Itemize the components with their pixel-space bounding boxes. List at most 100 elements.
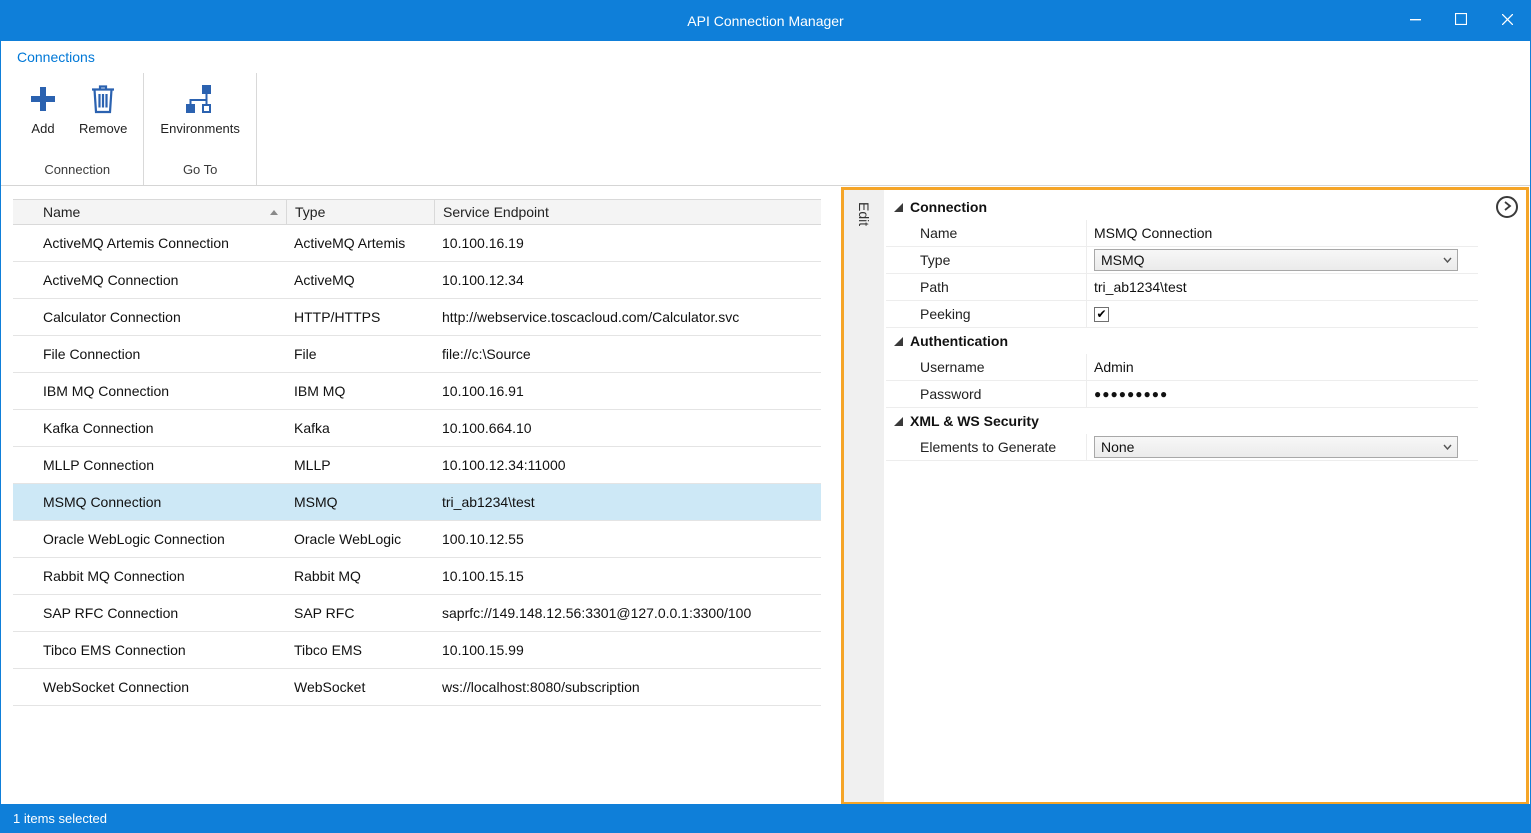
check-icon: ✔	[1096, 308, 1106, 320]
field-value: None	[1086, 434, 1478, 460]
row-type-cell: MLLP	[286, 447, 434, 483]
row-endpoint-cell: saprfc://149.148.12.56:3301@127.0.0.1:33…	[434, 595, 821, 631]
row-name-cell: ActiveMQ Artemis Connection	[13, 225, 286, 261]
field-value: ✔	[1086, 301, 1478, 327]
minimize-button[interactable]	[1392, 1, 1438, 41]
remove-button-label: Remove	[79, 121, 127, 136]
field-row-elements-to-generate: Elements to Generate None	[886, 434, 1478, 461]
type-dropdown[interactable]: MSMQ	[1094, 249, 1458, 271]
remove-icon	[88, 79, 118, 119]
field-row-name: Name MSMQ Connection	[886, 220, 1478, 247]
field-label: Peeking	[886, 301, 1086, 327]
table-row[interactable]: MLLP Connection MLLP 10.100.12.34:11000	[13, 447, 821, 484]
elements-to-generate-dropdown[interactable]: None	[1094, 436, 1458, 458]
add-button[interactable]: Add	[17, 77, 69, 136]
status-bar: 1 items selected	[1, 804, 1530, 832]
chevron-down-icon	[1443, 257, 1452, 263]
row-endpoint-cell: 10.100.15.99	[434, 632, 821, 668]
column-header-type[interactable]: Type	[286, 200, 434, 224]
field-label: Password	[886, 381, 1086, 407]
collapse-panel-button[interactable]	[1496, 196, 1518, 218]
row-name-cell: ActiveMQ Connection	[13, 262, 286, 298]
table-row[interactable]: SAP RFC Connection SAP RFC saprfc://149.…	[13, 595, 821, 632]
table-row[interactable]: Calculator Connection HTTP/HTTPS http://…	[13, 299, 821, 336]
table-row[interactable]: ActiveMQ Artemis Connection ActiveMQ Art…	[13, 225, 821, 262]
field-label: Name	[886, 220, 1086, 246]
column-header-name[interactable]: Name	[13, 200, 286, 224]
table-row[interactable]: Tibco EMS Connection Tibco EMS 10.100.15…	[13, 632, 821, 669]
field-row-username: Username Admin	[886, 354, 1478, 381]
row-type-cell: Oracle WebLogic	[286, 521, 434, 557]
ribbon-group-go-to: Environments Go To	[144, 73, 256, 185]
environments-button[interactable]: Environments	[150, 77, 249, 136]
table-row[interactable]: File Connection File file://c:\Source	[13, 336, 821, 373]
username-field[interactable]: Admin	[1086, 354, 1478, 380]
table-row[interactable]: Rabbit MQ Connection Rabbit MQ 10.100.15…	[13, 558, 821, 595]
maximize-button[interactable]	[1438, 1, 1484, 41]
row-name-cell: Rabbit MQ Connection	[13, 558, 286, 594]
property-grid: Connection Name MSMQ Connection Type MSM…	[884, 190, 1526, 802]
path-field[interactable]: tri_ab1234\test	[1086, 274, 1478, 300]
row-endpoint-cell: ws://localhost:8080/subscription	[434, 669, 821, 705]
row-endpoint-cell: http://webservice.toscacloud.com/Calcula…	[434, 299, 821, 335]
row-name-cell: WebSocket Connection	[13, 669, 286, 705]
table-row[interactable]: Kafka Connection Kafka 10.100.664.10	[13, 410, 821, 447]
row-name-cell: Oracle WebLogic Connection	[13, 521, 286, 557]
add-button-label: Add	[31, 121, 54, 136]
chevron-right-icon	[1503, 198, 1512, 216]
field-label: Type	[886, 247, 1086, 273]
field-row-peeking: Peeking ✔	[886, 301, 1478, 328]
environments-icon	[182, 79, 218, 119]
environments-button-label: Environments	[160, 121, 239, 136]
column-header-service-endpoint[interactable]: Service Endpoint	[434, 200, 821, 224]
field-value: MSMQ	[1086, 247, 1478, 273]
row-endpoint-cell: 100.10.12.55	[434, 521, 821, 557]
row-type-cell: Tibco EMS	[286, 632, 434, 668]
property-group-header-authentication[interactable]: Authentication	[886, 328, 1478, 354]
table-row[interactable]: ActiveMQ Connection ActiveMQ 10.100.12.3…	[13, 262, 821, 299]
table-header: Name Type Service Endpoint	[13, 199, 821, 225]
row-endpoint-cell: 10.100.16.19	[434, 225, 821, 261]
name-field[interactable]: MSMQ Connection	[1086, 220, 1478, 246]
row-type-cell: SAP RFC	[286, 595, 434, 631]
collapse-icon	[894, 203, 903, 212]
row-name-cell: MSMQ Connection	[13, 484, 286, 520]
add-icon	[27, 79, 59, 119]
ribbon-group-connection: Add Remove Connection	[11, 73, 144, 185]
table-row[interactable]: IBM MQ Connection IBM MQ 10.100.16.91	[13, 373, 821, 410]
edit-panel-tab[interactable]: Edit	[844, 190, 884, 802]
ribbon-group-label-connection: Connection	[17, 160, 137, 185]
edit-panel-tab-label: Edit	[856, 202, 872, 226]
edit-panel: Edit Connection Name MSMQ Connection Typ…	[841, 187, 1529, 805]
ribbon-group-label-go-to: Go To	[150, 160, 249, 185]
peeking-checkbox[interactable]: ✔	[1094, 307, 1109, 322]
table-row[interactable]: WebSocket Connection WebSocket ws://loca…	[13, 669, 821, 706]
row-endpoint-cell: 10.100.16.91	[434, 373, 821, 409]
row-name-cell: SAP RFC Connection	[13, 595, 286, 631]
property-group-label: Authentication	[910, 333, 1008, 349]
close-button[interactable]	[1484, 1, 1530, 41]
property-group-header-xml-ws-security[interactable]: XML & WS Security	[886, 408, 1478, 434]
table-row[interactable]: Oracle WebLogic Connection Oracle WebLog…	[13, 521, 821, 558]
property-group-header-connection[interactable]: Connection	[886, 194, 1478, 220]
row-type-cell: HTTP/HTTPS	[286, 299, 434, 335]
elements-to-generate-dropdown-value: None	[1101, 439, 1134, 455]
tab-connections[interactable]: Connections	[17, 49, 95, 65]
ribbon-group-buttons: Environments	[150, 73, 249, 160]
row-endpoint-cell: 10.100.15.15	[434, 558, 821, 594]
row-endpoint-cell: 10.100.12.34	[434, 262, 821, 298]
collapse-icon	[894, 417, 903, 426]
field-row-type: Type MSMQ	[886, 247, 1478, 274]
property-group-label: Connection	[910, 199, 987, 215]
row-endpoint-cell: 10.100.12.34:11000	[434, 447, 821, 483]
row-name-cell: IBM MQ Connection	[13, 373, 286, 409]
password-field[interactable]: ●●●●●●●●●	[1086, 381, 1478, 407]
field-label: Path	[886, 274, 1086, 300]
row-type-cell: ActiveMQ Artemis	[286, 225, 434, 261]
table-row-selected[interactable]: MSMQ Connection MSMQ tri_ab1234\test	[13, 484, 821, 521]
maximize-icon	[1455, 12, 1467, 30]
remove-button[interactable]: Remove	[69, 77, 137, 136]
row-endpoint-cell: file://c:\Source	[434, 336, 821, 372]
window-controls	[1392, 1, 1530, 41]
collapse-icon	[894, 337, 903, 346]
